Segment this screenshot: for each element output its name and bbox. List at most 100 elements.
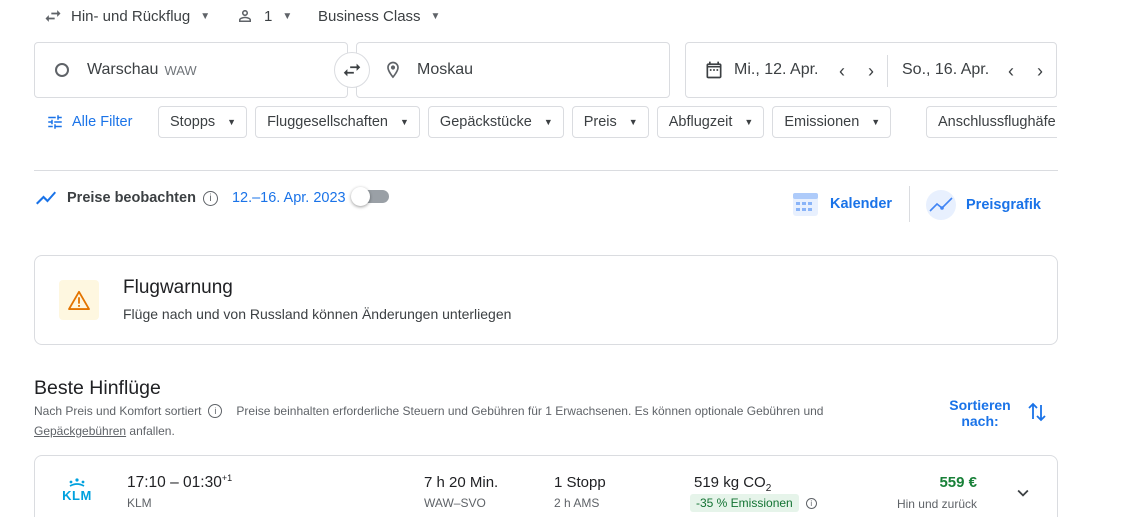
flight-emissions: 519 kg CO2 xyxy=(694,474,771,494)
chip-label: Gepäckstücke xyxy=(439,114,532,130)
trip-type-label: Hin- und Rückflug xyxy=(71,7,191,25)
filter-chip-stopps[interactable]: Stopps ▼ xyxy=(158,106,248,138)
trip-type-select[interactable]: Hin- und Rückflug ▼ xyxy=(43,0,210,32)
chevron-down-icon: ▼ xyxy=(282,10,293,22)
filter-chip-price[interactable]: Preis ▼ xyxy=(571,106,649,138)
airline-name: KLM xyxy=(127,496,152,510)
sort-label-2: nach: xyxy=(961,413,999,429)
price-graph-button[interactable]: Preisgrafik xyxy=(926,190,1041,220)
chip-label: Abflugzeit xyxy=(668,114,733,130)
airline-logo-text: KLM xyxy=(62,488,92,503)
calendar-icon xyxy=(706,61,722,79)
swap-arrows-icon xyxy=(343,63,361,77)
results-sort-info: Nach Preis und Komfort sortiert i Preise… xyxy=(34,404,823,418)
info-icon[interactable]: i xyxy=(202,190,218,206)
price-tracking: Preise beobachten i 12.–16. Apr. 2023 xyxy=(34,188,346,208)
tune-icon xyxy=(48,115,62,129)
calendar-grid-icon xyxy=(793,193,818,216)
sorted-by-label: Nach Preis und Komfort sortiert xyxy=(34,404,202,418)
warning-badge xyxy=(59,280,99,320)
swap-locations-button[interactable] xyxy=(334,52,370,88)
price-tracking-toggle[interactable] xyxy=(351,187,389,210)
chevron-down-icon: ▼ xyxy=(871,117,881,127)
filter-chip-baggage[interactable]: Gepäckstücke ▼ xyxy=(427,106,564,138)
info-icon[interactable]: i xyxy=(805,497,817,509)
passengers-select[interactable]: 1 ▼ xyxy=(236,0,292,32)
person-icon xyxy=(239,10,251,22)
cabin-class-label: Business Class xyxy=(318,7,421,25)
depart-date: Mi., 12. Apr. xyxy=(734,61,819,78)
section-divider xyxy=(34,170,1058,171)
info-icon[interactable]: i xyxy=(208,404,223,418)
passenger-count: 1 xyxy=(264,7,273,25)
all-filters-button[interactable]: Alle Filter xyxy=(46,106,132,138)
chip-label: Fluggesellschaften xyxy=(267,114,388,130)
filter-chip-departure-time[interactable]: Abflugzeit ▼ xyxy=(656,106,765,138)
chevron-down-icon xyxy=(1017,489,1029,497)
toggle-knob xyxy=(351,187,370,206)
emissions-value: 519 kg CO xyxy=(694,474,766,491)
chevron-left-icon: ‹ xyxy=(839,60,845,81)
filter-chip-connecting-airports[interactable]: Anschlussflughäfe xyxy=(926,106,1057,138)
sort-arrows-icon[interactable] xyxy=(1027,401,1047,428)
date-divider xyxy=(887,55,888,87)
depart-next-button[interactable]: › xyxy=(859,59,883,83)
flight-price: 559 € xyxy=(939,474,977,491)
flight-layover: 2 h AMS xyxy=(554,496,600,510)
origin-circle-icon xyxy=(55,63,69,77)
chevron-down-icon: ▼ xyxy=(400,117,409,127)
chip-label: Anschlussflughäfe xyxy=(938,114,1056,130)
depart-date-field[interactable]: Mi., 12. Apr. xyxy=(704,60,818,80)
chip-label: Preis xyxy=(583,114,617,130)
location-pin-icon xyxy=(387,61,399,79)
chevron-down-icon: ▼ xyxy=(628,117,638,127)
chip-label: Emissionen xyxy=(784,114,860,130)
filter-chip-emissions[interactable]: Emissionen ▼ xyxy=(772,106,892,138)
price-graph-icon xyxy=(926,190,956,220)
flight-times: 17:10 – 01:30+1 xyxy=(127,473,232,492)
emissions-badge: -35 % Emissionen xyxy=(690,494,799,512)
chevron-down-icon: ▼ xyxy=(543,117,553,127)
return-date-field[interactable]: So., 16. Apr. xyxy=(902,61,989,79)
return-next-button[interactable]: › xyxy=(1028,59,1052,83)
price-graph-label: Preisgrafik xyxy=(966,197,1041,213)
filter-chip-airlines[interactable]: Fluggesellschaften ▼ xyxy=(255,106,420,138)
day-offset: +1 xyxy=(221,473,233,483)
flight-time-range: 17:10 – 01:30 xyxy=(127,474,222,492)
origin-field[interactable]: Warschau WAW xyxy=(34,42,348,98)
filter-chip-connecting-airports-clip: Anschlussflughäfe xyxy=(926,106,1057,138)
chevron-right-icon: › xyxy=(868,60,874,81)
calendar-view-button[interactable]: Kalender xyxy=(792,190,892,217)
price-tracking-label: Preise beobachten xyxy=(67,190,196,206)
price-note: Hin und zurück xyxy=(896,497,977,511)
calendar-label: Kalender xyxy=(830,195,893,212)
warning-text: Flüge nach und von Russland können Änder… xyxy=(123,306,512,322)
date-picker[interactable]: Mi., 12. Apr. ‹ › So., 16. Apr. ‹ › xyxy=(685,42,1057,98)
tracking-dates: 12.–16. Apr. 2023 xyxy=(231,190,346,206)
warning-title: Flugwarnung xyxy=(123,277,233,298)
sort-label-1: Sortieren xyxy=(949,397,1011,413)
depart-prev-button[interactable]: ‹ xyxy=(830,59,854,83)
flight-warning-card: Flugwarnung Flüge nach und von Russland … xyxy=(34,255,1058,345)
emissions-subscript: 2 xyxy=(765,483,772,494)
origin-city: Warschau xyxy=(87,61,159,78)
trending-icon xyxy=(36,191,56,205)
price-info-text: Preise beinhalten erforderliche Steuern … xyxy=(236,404,824,418)
chip-label: Stopps xyxy=(170,114,216,130)
expand-button[interactable] xyxy=(1012,482,1034,509)
destination-field[interactable]: Moskau xyxy=(356,42,670,98)
chevron-down-icon: ▼ xyxy=(744,117,754,127)
cabin-class-select[interactable]: Business Class ▼ xyxy=(318,0,440,32)
origin-code: WAW xyxy=(164,62,197,78)
sort-button[interactable]: Sortieren nach: xyxy=(940,397,1020,429)
return-prev-button[interactable]: ‹ xyxy=(999,59,1023,83)
return-date: So., 16. Apr. xyxy=(902,61,990,78)
warning-icon xyxy=(68,290,90,310)
destination-city: Moskau xyxy=(417,61,474,78)
view-divider xyxy=(909,186,910,222)
flight-result-row[interactable]: KLM 17:10 – 01:30+1 KLM 7 h 20 Min. WAW–… xyxy=(34,455,1058,517)
baggage-fees-link[interactable]: Gepäckgebühren xyxy=(34,424,126,438)
results-heading: Beste Hinflüge xyxy=(34,377,161,399)
flight-stops: 1 Stopp xyxy=(554,474,606,491)
chevron-down-icon: ▼ xyxy=(430,10,441,22)
